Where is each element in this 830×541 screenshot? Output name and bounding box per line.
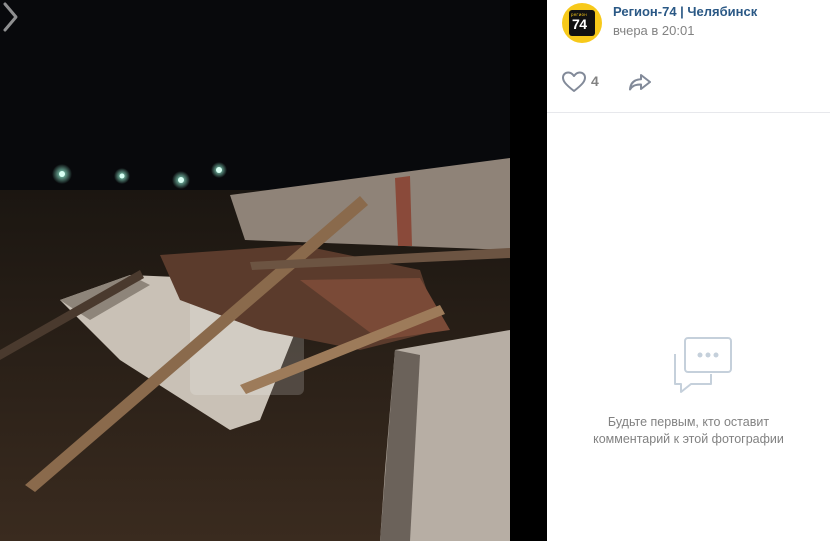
- post-time[interactable]: вчера в 20:01: [613, 23, 694, 38]
- group-name-link[interactable]: Регион-74 | Челябинск: [613, 4, 757, 19]
- chevron-right-icon[interactable]: [0, 0, 22, 34]
- group-avatar[interactable]: регион 74: [562, 3, 602, 43]
- viewer-gap: [510, 0, 547, 541]
- empty-comments-line2: комментарий к этой фотографии: [593, 432, 784, 446]
- heart-icon[interactable]: [561, 70, 587, 94]
- empty-comments-line1: Будьте первым, кто оставит: [607, 415, 770, 429]
- photo-viewer[interactable]: [0, 0, 510, 541]
- avatar-number: 74: [572, 16, 587, 32]
- empty-comments-message: Будьте первым, кто оставит комментарий к…: [562, 414, 815, 448]
- night-debris-photo: [0, 0, 510, 541]
- comment-bubble-icon: [674, 337, 732, 393]
- like-count[interactable]: 4: [591, 73, 599, 89]
- actions-divider: [547, 112, 830, 113]
- side-panel: регион 74 Регион-74 | Челябинск вчера в …: [547, 0, 830, 541]
- share-arrow-icon[interactable]: [627, 71, 653, 93]
